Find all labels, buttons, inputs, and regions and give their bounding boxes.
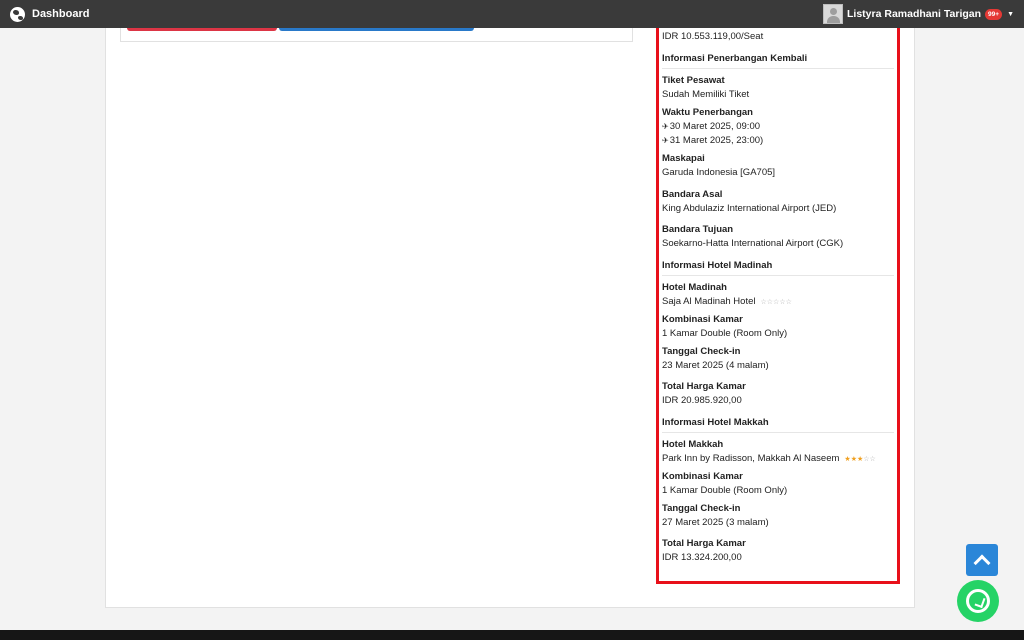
scroll-top-button[interactable] xyxy=(966,544,998,576)
chevron-up-icon xyxy=(973,554,991,571)
avatar xyxy=(823,4,844,24)
dashboard-label: Dashboard xyxy=(32,8,90,20)
hotel-madinah-value: Saja Al Madinah Hotel ☆☆☆☆☆ xyxy=(662,296,792,307)
room-total-label: Total Harga Kamar xyxy=(662,538,746,549)
user-name: Listyra Ramadhani Tarigan xyxy=(847,8,982,20)
back-button[interactable] xyxy=(127,28,277,31)
checkin-value: 23 Maret 2025 (4 malam) xyxy=(662,360,769,371)
room-total-value: IDR 13.324.200,00 xyxy=(662,552,742,563)
top-navbar: Dashboard Listyra Ramadhani Tarigan 99+ … xyxy=(0,0,1024,28)
submit-button[interactable] xyxy=(279,28,474,31)
checkin-label: Tanggal Check-in xyxy=(662,503,741,514)
room-combo-label: Kombinasi Kamar xyxy=(662,314,743,325)
ticket-label: Tiket Pesawat xyxy=(662,75,725,86)
hotel-makkah-label: Hotel Makkah xyxy=(662,439,724,450)
hotel-madinah-title: Informasi Hotel Madinah xyxy=(662,260,773,271)
origin-airport-value: King Abdulaziz International Airport (JE… xyxy=(662,203,837,214)
destination-airport-label: Bandara Tujuan xyxy=(662,224,734,235)
destination-airport-value: Soekarno-Hatta International Airport (CG… xyxy=(662,238,844,249)
room-combo-value: 1 Kamar Double (Room Only) xyxy=(662,328,788,339)
room-total-value: IDR 20.985.920,00 xyxy=(662,395,742,406)
whatsapp-icon xyxy=(966,589,990,613)
star-rating-icon: ☆☆☆☆☆ xyxy=(760,299,792,306)
hotel-makkah-value: Park Inn by Radisson, Makkah Al Naseem ★★… xyxy=(662,453,876,464)
star-rating-icon: ★★★☆☆ xyxy=(844,456,876,463)
return-flight-title: Informasi Penerbangan Kembali xyxy=(662,53,808,64)
airline-value: Garuda Indonesia [GA705] xyxy=(662,167,776,178)
room-combo-value: 1 Kamar Double (Room Only) xyxy=(662,485,788,496)
divider xyxy=(662,432,894,433)
caret-down-icon: ▼ xyxy=(1007,10,1014,18)
room-combo-label: Kombinasi Kamar xyxy=(662,471,743,482)
ticket-value: Sudah Memiliki Tiket xyxy=(662,89,750,100)
airline-label: Maskapai xyxy=(662,153,705,164)
checkin-label: Tanggal Check-in xyxy=(662,346,741,357)
room-total-label: Total Harga Kamar xyxy=(662,381,746,392)
divider xyxy=(662,275,894,276)
hotel-madinah-label: Hotel Madinah xyxy=(662,282,727,293)
dashboard-link[interactable]: Dashboard xyxy=(10,6,90,22)
price-per-seat: IDR 10.553.119,00/Seat xyxy=(662,31,764,42)
arrive-time: ✈31 Maret 2025, 23:00) xyxy=(662,135,764,146)
checkin-value: 27 Maret 2025 (3 malam) xyxy=(662,517,769,528)
whatsapp-button[interactable] xyxy=(957,580,999,622)
globe-icon xyxy=(10,6,25,22)
depart-time: ✈30 Maret 2025, 09:00 xyxy=(662,121,761,132)
origin-airport-label: Bandara Asal xyxy=(662,189,723,200)
flight-time-label: Waktu Penerbangan xyxy=(662,107,753,118)
bottom-bar xyxy=(0,630,1024,640)
plane-takeoff-icon: ✈ xyxy=(662,122,669,131)
notification-badge: 99+ xyxy=(985,8,1003,20)
user-menu[interactable]: Listyra Ramadhani Tarigan 99+ ▼ xyxy=(823,4,1014,24)
divider xyxy=(662,68,894,69)
plane-landing-icon: ✈ xyxy=(662,136,669,145)
hotel-makkah-title: Informasi Hotel Makkah xyxy=(662,417,769,428)
